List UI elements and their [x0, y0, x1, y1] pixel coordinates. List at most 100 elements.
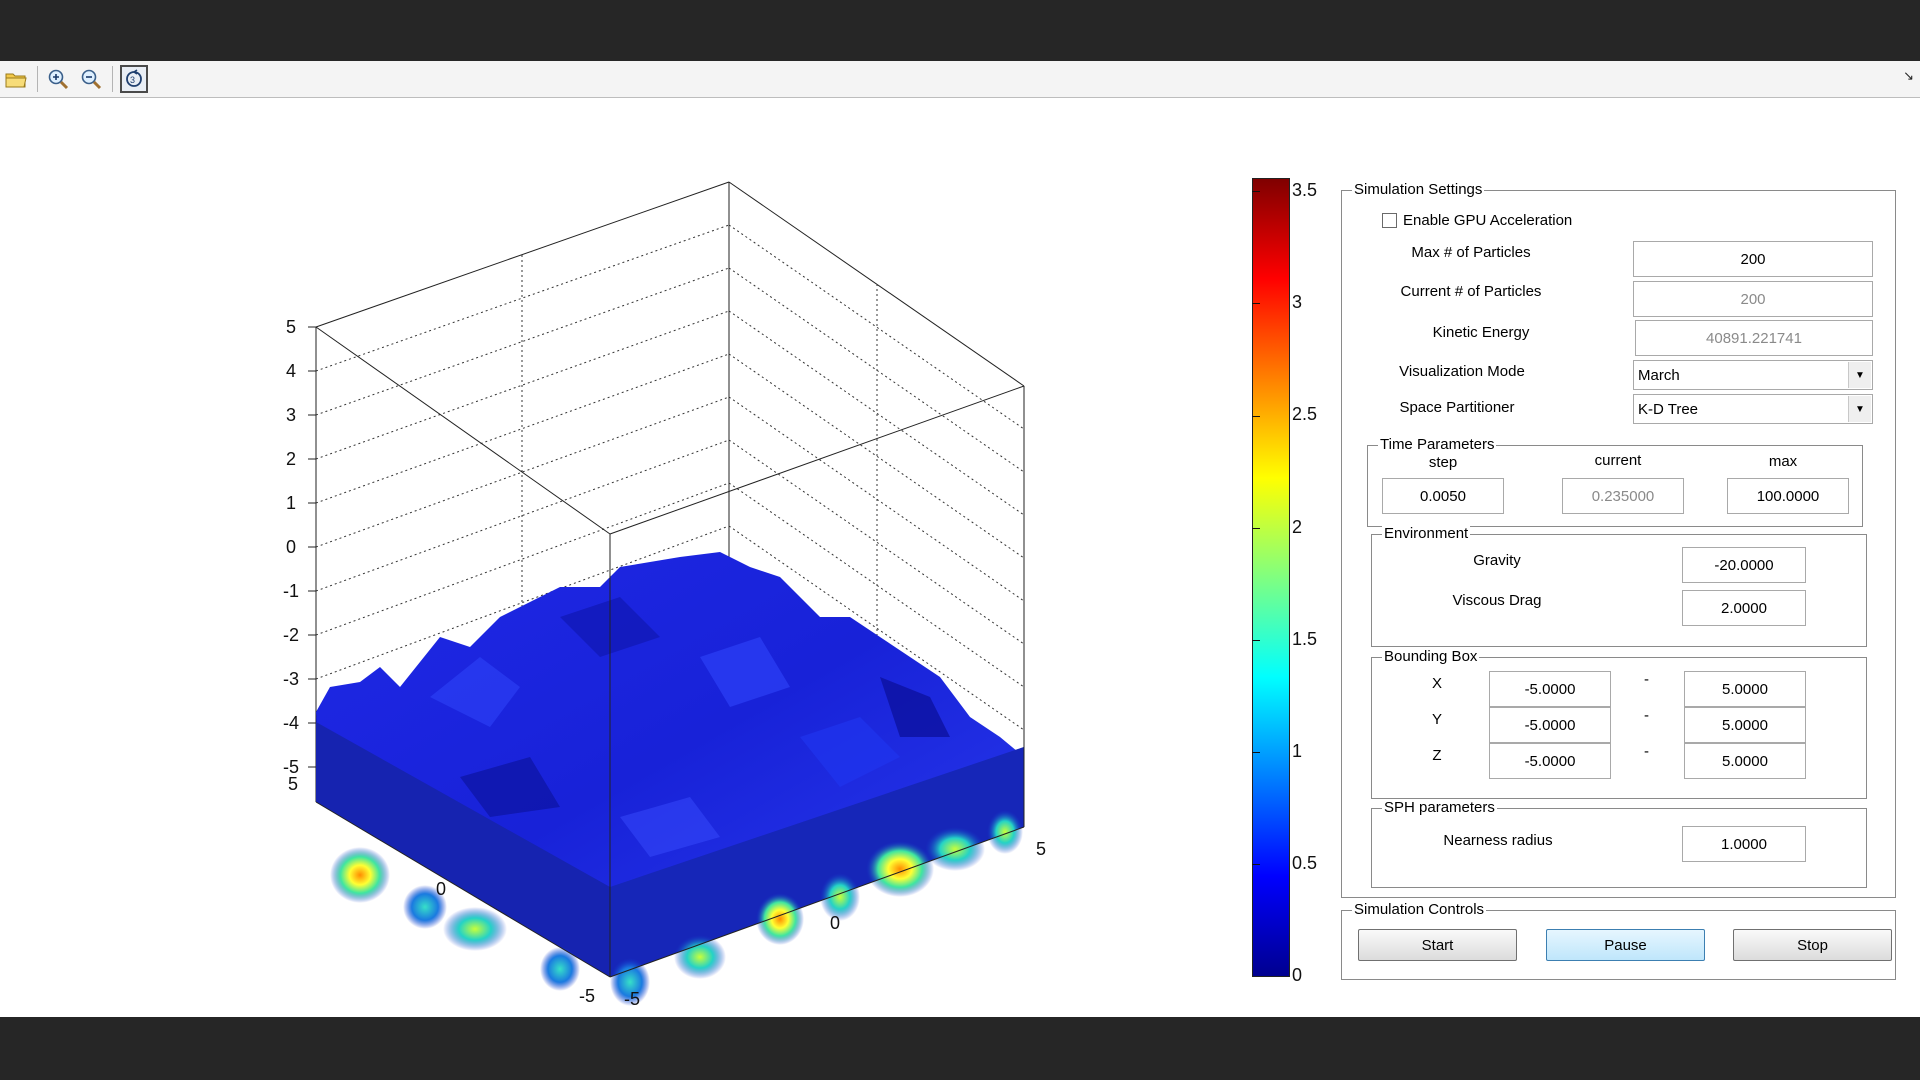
fluid-surface [316, 552, 1024, 1006]
visualization-mode-value: March [1638, 366, 1680, 384]
current-time-label: current [1594, 452, 1642, 469]
space-partitioner-value: K-D Tree [1638, 400, 1699, 418]
colorbar-tick [1252, 640, 1260, 641]
z-tick-label: -3 [283, 669, 299, 689]
z-tick-label: 0 [286, 537, 296, 557]
z-tick-label: -4 [283, 713, 299, 733]
group-title: Time Parameters [1378, 436, 1497, 454]
folder-open-icon[interactable] [2, 65, 30, 93]
stop-button[interactable]: Stop [1733, 929, 1892, 961]
z-tick-label: -2 [283, 625, 299, 645]
max-particles-input[interactable]: 200 [1633, 241, 1873, 277]
max-particles-label: Max # of Particles [1411, 244, 1531, 261]
colorbar-tick [1252, 528, 1260, 529]
zoom-out-icon[interactable] [77, 65, 105, 93]
y-tick-label: 0 [830, 913, 840, 933]
space-partitioner-select[interactable]: K-D Tree ▼ [1633, 394, 1873, 424]
kinetic-energy-label: Kinetic Energy [1432, 324, 1530, 341]
environment-group: Environment Gravity -20.0000 Viscous Dra… [1371, 525, 1867, 647]
colorbar-tick [1252, 191, 1260, 192]
colorbar-label: 2 [1292, 517, 1303, 537]
time-parameters-group: Time Parameters step current max 0.0050 … [1367, 436, 1863, 527]
bbox-y-label: Y [1431, 711, 1442, 728]
range-separator: - [1644, 671, 1649, 688]
colorbar-tick [1252, 752, 1260, 753]
surface-plot-axes: 5 4 3 2 1 0 -1 -2 -3 -4 -5 5 0 -5 -5 0 5 [283, 181, 1046, 1009]
viscous-drag-input[interactable]: 2.0000 [1682, 590, 1806, 626]
colorbar-label: 1 [1292, 741, 1303, 761]
colorbar-tick [1252, 303, 1260, 304]
chevron-down-icon[interactable]: ▼ [1848, 362, 1871, 388]
bbox-z-max-input[interactable]: 5.0000 [1684, 743, 1806, 779]
panel-title: Simulation Settings [1352, 181, 1485, 199]
gpu-acceleration-checkbox[interactable] [1382, 213, 1397, 228]
toolbar-separator [112, 66, 113, 92]
x-tick-label: -5 [579, 986, 595, 1006]
max-time-label: max [1768, 453, 1798, 470]
viscous-drag-label: Viscous Drag [1452, 592, 1542, 609]
gpu-acceleration-label: Enable GPU Acceleration [1403, 212, 1573, 229]
group-title: SPH parameters [1382, 799, 1497, 817]
x-tick-label: 5 [288, 774, 298, 794]
svg-text:3: 3 [130, 75, 135, 85]
visualization-mode-label: Visualization Mode [1399, 363, 1525, 380]
range-separator: - [1644, 743, 1649, 760]
z-tick-label: 2 [286, 449, 296, 469]
z-tick-label: 5 [286, 317, 296, 337]
range-separator: - [1644, 707, 1649, 724]
z-tick-label: -1 [283, 581, 299, 601]
colorbar-label: 3.5 [1292, 180, 1318, 200]
dock-arrow-icon[interactable]: ↘ [1903, 68, 1914, 84]
current-time-field: 0.235000 [1562, 478, 1684, 514]
max-time-input[interactable]: 100.0000 [1727, 478, 1849, 514]
colorbar-tick [1252, 864, 1260, 865]
pause-button[interactable]: Pause [1546, 929, 1705, 961]
bbox-x-min-input[interactable]: -5.0000 [1489, 671, 1611, 707]
x-tick-label: 0 [436, 879, 446, 899]
space-partitioner-label: Space Partitioner [1399, 399, 1515, 416]
nearness-radius-label: Nearness radius [1443, 832, 1553, 849]
z-axis-ticks [308, 326, 316, 768]
y-tick-label: -5 [624, 989, 640, 1009]
bbox-y-min-input[interactable]: -5.0000 [1489, 707, 1611, 743]
bbox-z-label: Z [1432, 747, 1442, 764]
kinetic-energy-field: 40891.221741 [1635, 320, 1873, 356]
zoom-in-icon[interactable] [44, 65, 72, 93]
group-title: Bounding Box [1382, 648, 1480, 666]
colorbar-label: 2.5 [1292, 404, 1318, 424]
time-step-input[interactable]: 0.0050 [1382, 478, 1504, 514]
figure-window: 3 ↘ 5 4 3 2 1 0 -1 -2 -3 -4 -5 5 0 -5 -5… [0, 61, 1920, 1017]
rotate-3d-icon[interactable]: 3 [120, 65, 148, 93]
bounding-box-group: Bounding Box X -5.0000 - 5.0000 Y -5.000… [1371, 648, 1867, 799]
current-particles-label: Current # of Particles [1400, 283, 1542, 300]
simulation-controls-panel: Simulation Controls Start Pause Stop [1341, 901, 1896, 980]
toolbar-separator [37, 66, 38, 92]
colorbar [1252, 178, 1290, 977]
colorbar-label: 3 [1292, 292, 1303, 312]
bbox-x-max-input[interactable]: 5.0000 [1684, 671, 1806, 707]
step-label: step [1428, 454, 1458, 471]
start-button[interactable]: Start [1358, 929, 1517, 961]
visualization-mode-select[interactable]: March ▼ [1633, 360, 1873, 390]
colorbar-label: 0 [1292, 965, 1303, 985]
chevron-down-icon[interactable]: ▼ [1848, 396, 1871, 422]
panel-title: Simulation Controls [1352, 901, 1487, 919]
sph-parameters-group: SPH parameters Nearness radius 1.0000 [1371, 799, 1867, 888]
colorbar-tick [1252, 416, 1260, 417]
current-particles-field: 200 [1633, 281, 1873, 317]
bbox-x-label: X [1431, 675, 1442, 692]
gravity-input[interactable]: -20.0000 [1682, 547, 1806, 583]
colorbar-label: 1.5 [1292, 629, 1318, 649]
nearness-radius-input[interactable]: 1.0000 [1682, 826, 1806, 862]
bbox-y-max-input[interactable]: 5.0000 [1684, 707, 1806, 743]
z-tick-label: 1 [286, 493, 296, 513]
group-title: Environment [1382, 525, 1471, 543]
gravity-label: Gravity [1473, 552, 1521, 569]
y-tick-label: 5 [1036, 839, 1046, 859]
z-tick-label: 4 [286, 361, 296, 381]
colorbar-label: 0.5 [1292, 853, 1318, 873]
z-tick-label: 3 [286, 405, 296, 425]
figure-toolbar: 3 ↘ [0, 61, 1920, 98]
simulation-settings-panel: Simulation Settings Enable GPU Accelerat… [1341, 181, 1896, 898]
bbox-z-min-input[interactable]: -5.0000 [1489, 743, 1611, 779]
